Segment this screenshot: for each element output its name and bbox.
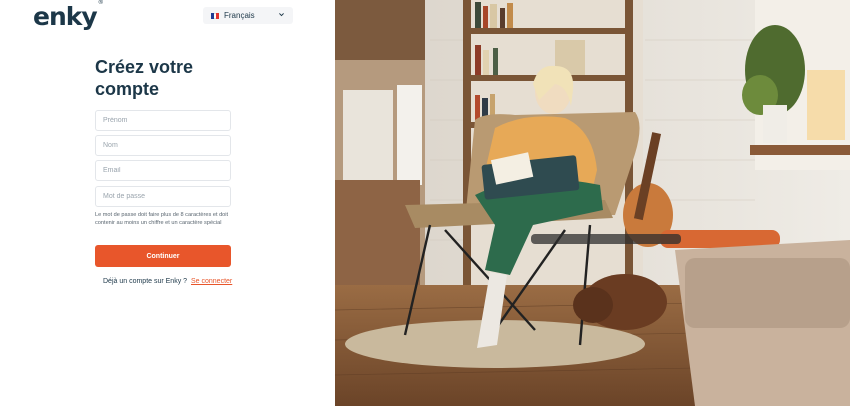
page-title: Créez votre compte	[95, 57, 194, 99]
password-hint: Le mot de passe doit faire plus de 8 car…	[95, 212, 229, 226]
last-name-field[interactable]	[95, 135, 231, 156]
first-name-field[interactable]	[95, 110, 231, 131]
password-field[interactable]	[95, 186, 231, 207]
hero-photo	[335, 0, 850, 406]
continue-button[interactable]: Continuer	[95, 245, 231, 267]
registered-mark: ®	[97, 0, 104, 6]
email-field[interactable]	[95, 160, 231, 181]
language-label: Français	[224, 11, 255, 20]
enky-logo[interactable]: enky®	[33, 0, 104, 31]
login-prompt-text: Déjà un compte sur Enky ?	[103, 278, 188, 285]
chevron-down-icon	[278, 11, 285, 20]
french-flag-icon	[211, 12, 220, 19]
login-prompt: Déjà un compte sur Enky ? Se connecter	[103, 278, 232, 285]
signup-page: enky® Français Créez votre compte Le mot…	[0, 0, 850, 406]
language-selector[interactable]: Français	[203, 7, 293, 24]
login-link[interactable]: Se connecter	[191, 278, 232, 285]
signup-panel: enky® Français Créez votre compte Le mot…	[0, 0, 335, 406]
